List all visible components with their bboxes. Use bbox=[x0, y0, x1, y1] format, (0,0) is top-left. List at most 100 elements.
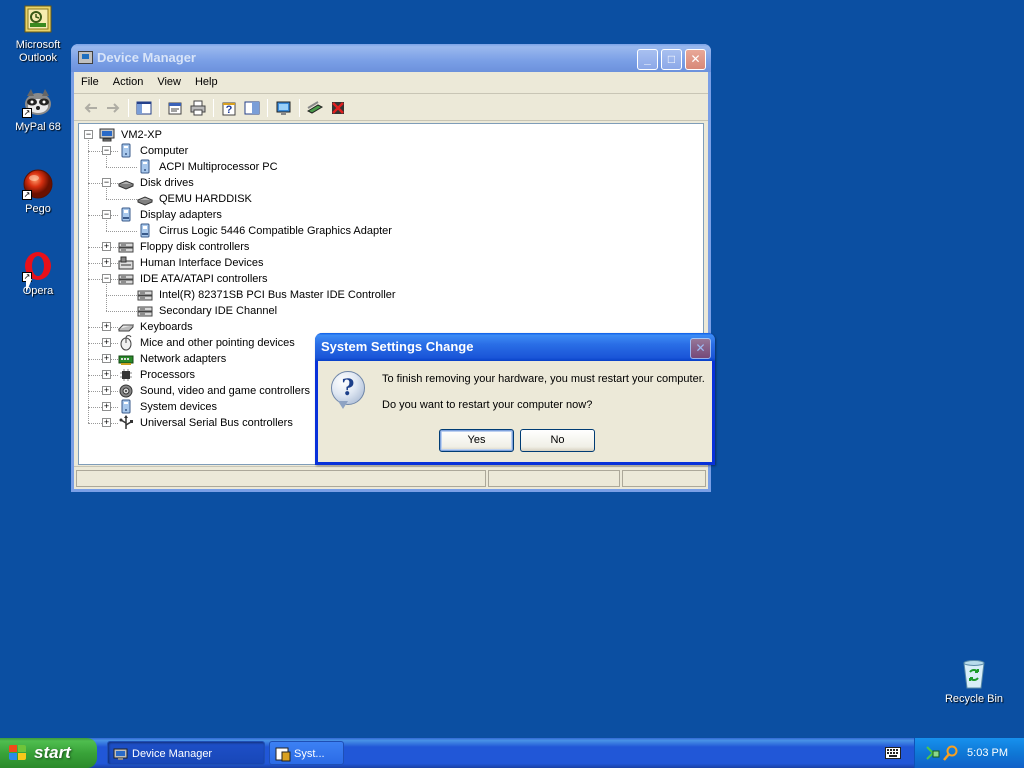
controller-icon bbox=[137, 290, 153, 301]
tree-item-label: ACPI Multiprocessor PC bbox=[159, 161, 278, 173]
start-label: start bbox=[34, 743, 71, 762]
status-bar bbox=[74, 466, 708, 489]
desktop-icon-label: Microsoft bbox=[15, 39, 61, 51]
svg-text:?: ? bbox=[226, 104, 233, 116]
tree-item-label: Processors bbox=[140, 369, 196, 381]
disk-drive-icon bbox=[137, 196, 153, 206]
menu-file[interactable]: File bbox=[74, 72, 106, 92]
menu-action[interactable]: Action bbox=[106, 72, 151, 92]
collapse-icon[interactable]: − bbox=[102, 210, 111, 219]
network-adapter-icon bbox=[118, 355, 134, 365]
mouse-icon bbox=[120, 335, 132, 351]
network-tray-icon[interactable] bbox=[925, 745, 941, 761]
dialog-title: System Settings Change bbox=[321, 339, 474, 354]
help-icon[interactable]: ? bbox=[220, 99, 238, 117]
dialog-titlebar[interactable]: System Settings Change ✕ bbox=[315, 333, 715, 361]
start-button[interactable]: start bbox=[0, 738, 97, 768]
shortcut-arrow-icon: ↗ bbox=[22, 108, 32, 118]
dialog-message-line-1: To finish removing your hardware, you mu… bbox=[382, 373, 705, 385]
print-icon[interactable] bbox=[189, 99, 207, 117]
computer-category-icon bbox=[121, 143, 131, 158]
desktop-icon-pego[interactable]: ↗ Pego bbox=[0, 168, 76, 216]
taskbar-item-label: Device Manager bbox=[132, 748, 213, 760]
expand-icon[interactable]: + bbox=[102, 418, 111, 427]
tree-item-label: Sound, video and game controllers bbox=[140, 385, 310, 397]
tree-item-label: Disk drives bbox=[140, 177, 194, 189]
expand-icon[interactable]: + bbox=[102, 242, 111, 251]
show-hide-tree-icon[interactable] bbox=[135, 99, 153, 117]
controller-icon bbox=[118, 242, 134, 253]
tree-connector-line bbox=[106, 199, 137, 200]
usb-icon bbox=[119, 415, 133, 429]
desktop-icon-opera[interactable]: ↗ Opera bbox=[0, 250, 76, 298]
yes-button[interactable]: Yes bbox=[439, 429, 514, 452]
tree-connector-line bbox=[106, 311, 137, 312]
tree-item-label: Cirrus Logic 5446 Compatible Graphics Ad… bbox=[159, 225, 392, 237]
close-button[interactable]: ✕ bbox=[685, 49, 706, 70]
collapse-icon[interactable]: − bbox=[102, 274, 111, 283]
view-icon[interactable] bbox=[243, 99, 261, 117]
question-icon: ? bbox=[331, 371, 365, 405]
search-tray-icon[interactable] bbox=[943, 745, 959, 761]
shortcut-arrow-icon: ↗ bbox=[22, 190, 32, 200]
device-manager-titlebar[interactable]: Device Manager _ □ ✕ bbox=[71, 44, 711, 72]
properties-icon[interactable] bbox=[166, 99, 184, 117]
minimize-button[interactable]: _ bbox=[637, 49, 658, 70]
menu-help[interactable]: Help bbox=[188, 72, 225, 92]
back-arrow-icon[interactable] bbox=[82, 99, 100, 117]
tree-item-label: Display adapters bbox=[140, 209, 222, 221]
taskbar: start Device Manager Syst... 5:03 PM bbox=[0, 738, 1024, 768]
tree-item-label: Secondary IDE Channel bbox=[159, 305, 278, 317]
device-manager-icon bbox=[113, 748, 128, 760]
dialog-close-button[interactable]: ✕ bbox=[690, 338, 711, 359]
desktop-icon-outlook[interactable]: Microsoft Outlook bbox=[0, 4, 76, 65]
maximize-button[interactable]: □ bbox=[661, 49, 682, 70]
window-title: Device Manager bbox=[97, 50, 196, 65]
hid-icon bbox=[118, 256, 134, 270]
status-pane-1 bbox=[76, 470, 486, 487]
tree-item-label: Universal Serial Bus controllers bbox=[140, 417, 293, 429]
desktop-icon-recycle-bin[interactable]: Recycle Bin bbox=[936, 658, 1012, 706]
disk-drive-icon bbox=[118, 180, 134, 190]
scan-hardware-icon[interactable] bbox=[275, 99, 293, 117]
taskbar-item-system-settings[interactable]: Syst... bbox=[269, 741, 344, 765]
no-button[interactable]: No bbox=[520, 429, 595, 452]
desktop-icon-mypal[interactable]: ↗ MyPal 68 bbox=[0, 86, 76, 134]
tree-item-label: Intel(R) 82371SB PCI Bus Master IDE Cont… bbox=[159, 289, 396, 301]
collapse-icon[interactable]: − bbox=[102, 146, 111, 155]
collapse-icon[interactable]: − bbox=[102, 178, 111, 187]
tree-item-label: Mice and other pointing devices bbox=[140, 337, 295, 349]
pego-icon: ↗ bbox=[22, 168, 54, 200]
expand-icon[interactable]: + bbox=[102, 402, 111, 411]
keyboard-language-icon[interactable] bbox=[885, 747, 901, 759]
opera-icon: ↗ bbox=[22, 250, 54, 282]
question-icon-tail bbox=[338, 401, 348, 409]
tree-item-label: QEMU HARDDISK bbox=[159, 193, 252, 205]
tree-item-label: Keyboards bbox=[140, 321, 193, 333]
uninstall-icon[interactable] bbox=[329, 99, 347, 117]
status-pane-2 bbox=[488, 470, 620, 487]
menu-bar: File Action View Help bbox=[74, 72, 708, 94]
system-settings-icon bbox=[275, 747, 291, 762]
tree-item-label: System devices bbox=[140, 401, 218, 413]
display-adapter-icon bbox=[121, 207, 131, 222]
collapse-icon[interactable]: − bbox=[84, 130, 93, 139]
clock[interactable]: 5:03 PM bbox=[967, 738, 1008, 768]
computer-icon bbox=[99, 128, 115, 142]
expand-icon[interactable]: + bbox=[102, 322, 111, 331]
desktop-icon-label: Outlook bbox=[19, 52, 57, 64]
expand-icon[interactable]: + bbox=[102, 258, 111, 267]
expand-icon[interactable]: + bbox=[102, 338, 111, 347]
tree-item-label: Human Interface Devices bbox=[140, 257, 264, 269]
device-manager-icon bbox=[78, 51, 93, 64]
expand-icon[interactable]: + bbox=[102, 370, 111, 379]
forward-arrow-icon[interactable] bbox=[104, 99, 122, 117]
expand-icon[interactable]: + bbox=[102, 354, 111, 363]
toolbar: ? bbox=[74, 95, 708, 121]
menu-view[interactable]: View bbox=[150, 72, 188, 92]
tree-item-label: Floppy disk controllers bbox=[140, 241, 250, 253]
expand-icon[interactable]: + bbox=[102, 386, 111, 395]
taskbar-item-device-manager[interactable]: Device Manager bbox=[107, 741, 265, 765]
mouse-cursor bbox=[26, 279, 32, 293]
update-driver-icon[interactable] bbox=[306, 99, 324, 117]
